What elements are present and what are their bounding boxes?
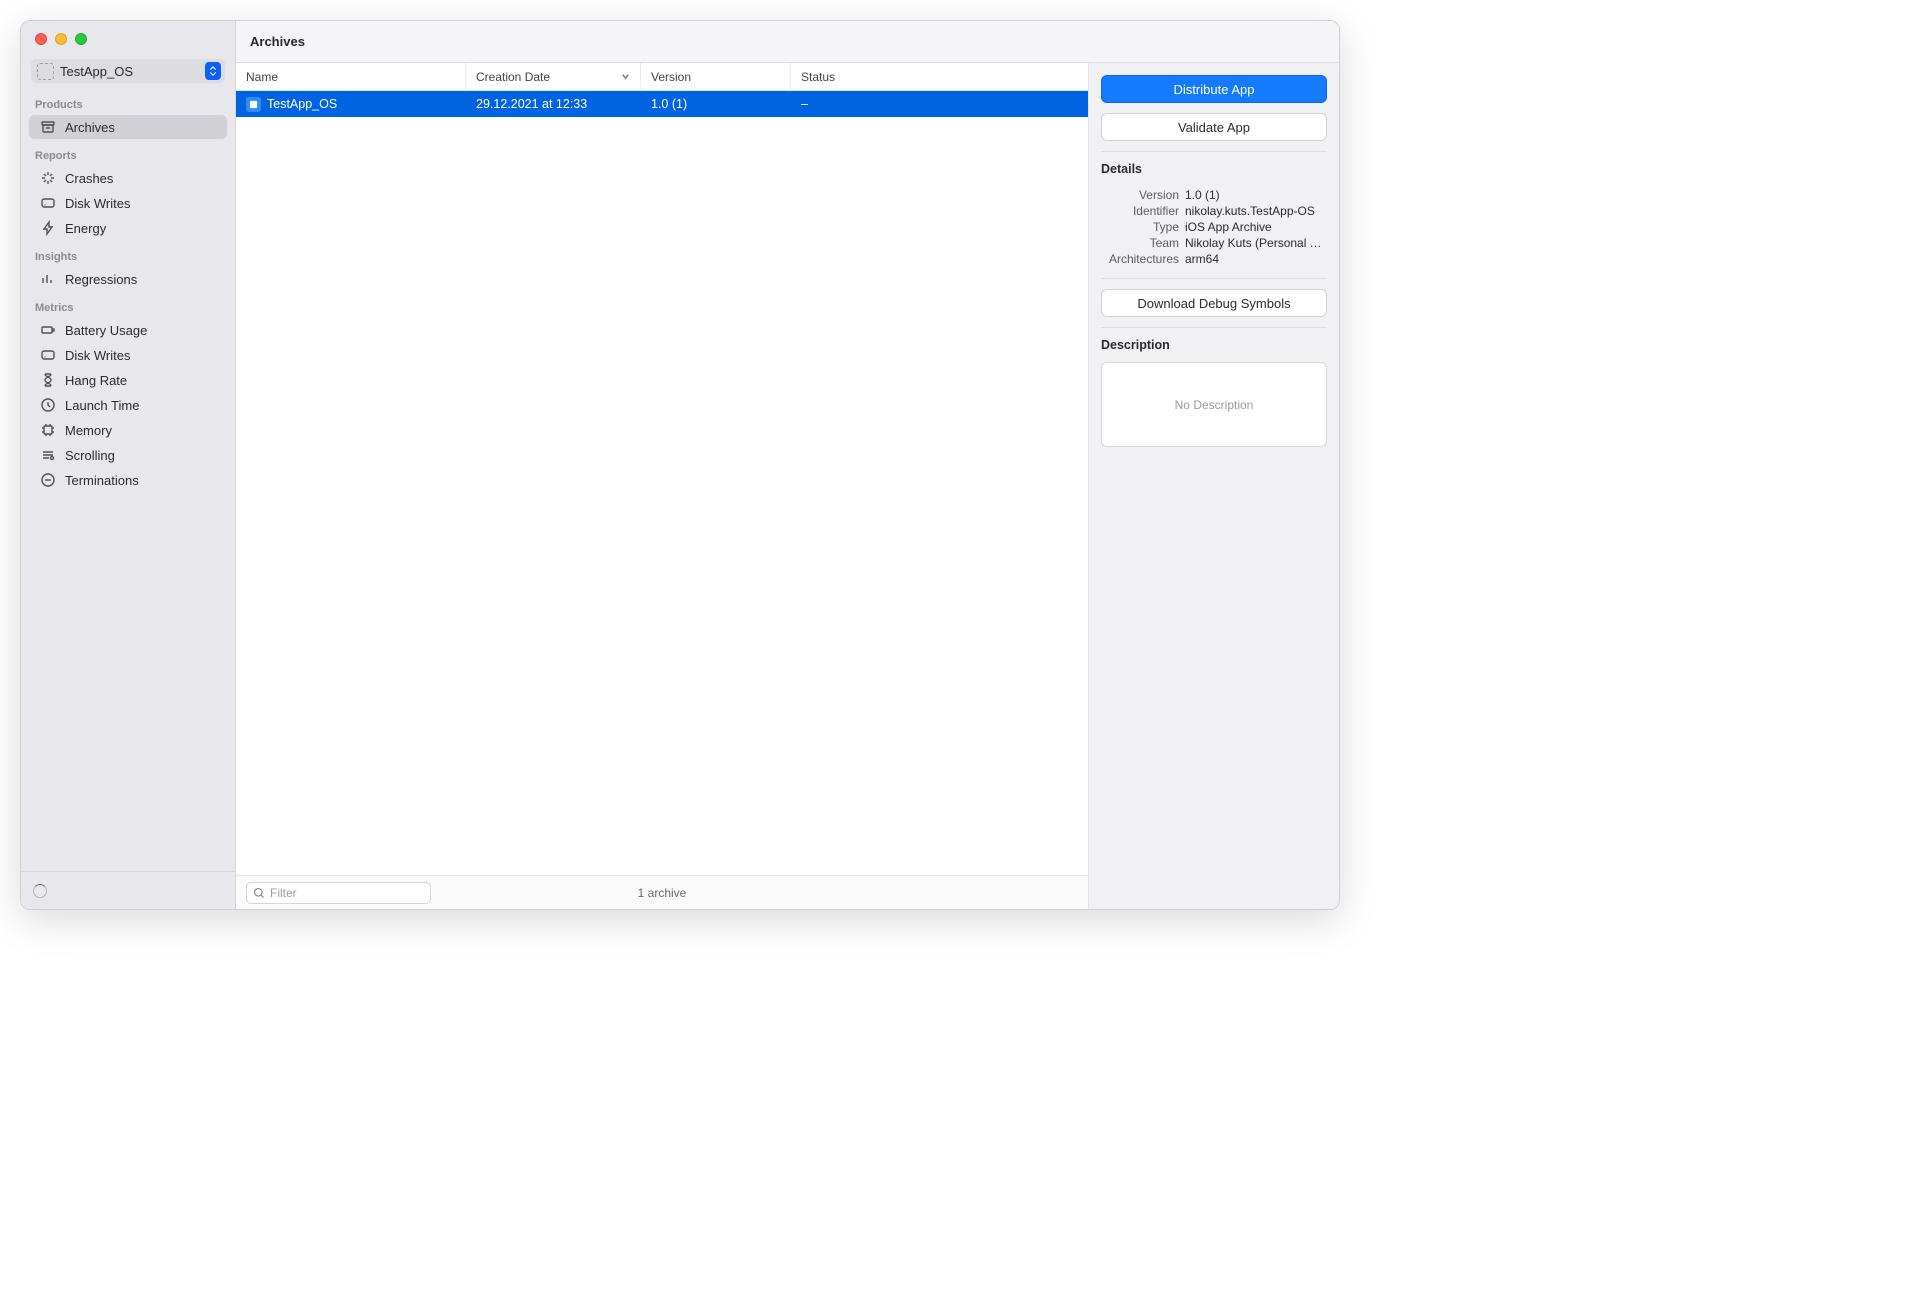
content-row: Name Creation Date Version Status TestAp… <box>236 63 1339 909</box>
sidebar-item-label: Crashes <box>65 171 113 186</box>
table-footer: Filter 1 archive <box>236 875 1088 909</box>
details-list: Version 1.0 (1) Identifier nikolay.kuts.… <box>1101 186 1327 268</box>
window-controls <box>21 21 235 51</box>
detail-identifier: Identifier nikolay.kuts.TestApp-OS <box>1101 204 1327 218</box>
sidebar-item-label: Battery Usage <box>65 323 147 338</box>
distribute-app-button[interactable]: Distribute App <box>1101 75 1327 103</box>
bars-icon <box>39 271 57 287</box>
battery-icon <box>39 322 57 338</box>
sidebar: TestApp_OS Products Archives Reports Crashe… <box>21 21 236 909</box>
filter-input[interactable]: Filter <box>246 882 431 904</box>
sidebar-item-label: Terminations <box>65 473 139 488</box>
app-icon <box>37 63 54 80</box>
sidebar-item-label: Disk Writes <box>65 196 130 211</box>
inspector-panel: Distribute App Validate App Details Vers… <box>1089 63 1339 909</box>
crash-icon <box>39 170 57 186</box>
sidebar-item-crashes[interactable]: Crashes <box>29 166 227 190</box>
zoom-window-button[interactable] <box>75 33 87 45</box>
filter-placeholder: Filter <box>270 886 297 900</box>
details-heading: Details <box>1101 162 1327 176</box>
separator <box>1101 278 1327 279</box>
cell-version: 1.0 (1) <box>641 97 791 111</box>
archive-app-icon <box>246 97 261 112</box>
detail-version: Version 1.0 (1) <box>1101 188 1327 202</box>
separator <box>1101 151 1327 152</box>
activity-spinner-icon <box>33 884 47 898</box>
validate-app-button[interactable]: Validate App <box>1101 113 1327 141</box>
sidebar-item-launch[interactable]: Launch Time <box>29 393 227 417</box>
column-header-creation-date[interactable]: Creation Date <box>466 63 641 90</box>
description-box[interactable]: No Description <box>1101 362 1327 447</box>
project-name: TestApp_OS <box>60 64 133 79</box>
sidebar-heading: Products <box>21 89 235 114</box>
scroll-icon <box>39 447 57 463</box>
cell-name-label: TestApp_OS <box>267 97 337 111</box>
hourglass-icon <box>39 372 57 388</box>
project-selector-stepper-icon <box>205 62 221 80</box>
disk-icon <box>39 347 57 363</box>
cell-name: TestApp_OS <box>236 97 466 112</box>
table-body: TestApp_OS 29.12.2021 at 12:331.0 (1)– <box>236 91 1088 875</box>
cell-status: – <box>791 97 1088 111</box>
sidebar-item-disk-writes-m[interactable]: Disk Writes <box>29 343 227 367</box>
bolt-icon <box>39 220 57 236</box>
no-description-placeholder: No Description <box>1175 398 1254 412</box>
separator <box>1101 327 1327 328</box>
sidebar-footer <box>21 871 235 909</box>
page-title: Archives <box>236 21 1339 63</box>
organizer-window: TestApp_OS Products Archives Reports Crashe… <box>20 20 1340 910</box>
clock-icon <box>39 397 57 413</box>
column-header-name[interactable]: Name <box>236 63 466 90</box>
sidebar-item-label: Scrolling <box>65 448 115 463</box>
sidebar-heading: Metrics <box>21 292 235 317</box>
page-title-label: Archives <box>250 34 305 49</box>
sidebar-item-label: Archives <box>65 120 115 135</box>
cell-creation-date: 29.12.2021 at 12:33 <box>466 97 641 111</box>
column-header-version[interactable]: Version <box>641 63 791 90</box>
window-body: TestApp_OS Products Archives Reports Crashe… <box>21 21 1339 909</box>
sidebar-item-energy[interactable]: Energy <box>29 216 227 240</box>
sidebar-item-disk-writes-r[interactable]: Disk Writes <box>29 191 227 215</box>
sidebar-item-regressions[interactable]: Regressions <box>29 267 227 291</box>
sidebar-item-archives[interactable]: Archives <box>29 115 227 139</box>
sidebar-item-label: Regressions <box>65 272 137 287</box>
table-row[interactable]: TestApp_OS 29.12.2021 at 12:331.0 (1)– <box>236 91 1088 117</box>
sidebar-item-memory[interactable]: Memory <box>29 418 227 442</box>
disk-icon <box>39 195 57 211</box>
sidebar-item-label: Disk Writes <box>65 348 130 363</box>
stop-icon <box>39 472 57 488</box>
detail-architectures: Architectures arm64 <box>1101 252 1327 266</box>
sidebar-item-label: Launch Time <box>65 398 139 413</box>
main-area: Archives Name Creation Date Version Stat… <box>236 21 1339 909</box>
sidebar-item-label: Hang Rate <box>65 373 127 388</box>
sidebar-item-label: Energy <box>65 221 106 236</box>
download-debug-symbols-button[interactable]: Download Debug Symbols <box>1101 289 1327 317</box>
close-window-button[interactable] <box>35 33 47 45</box>
sidebar-heading: Reports <box>21 140 235 165</box>
archive-count-label: 1 archive <box>638 886 687 900</box>
sidebar-item-label: Memory <box>65 423 112 438</box>
sidebar-item-terminations[interactable]: Terminations <box>29 468 227 492</box>
detail-team: Team Nikolay Kuts (Personal T… <box>1101 236 1327 250</box>
table-header: Name Creation Date Version Status <box>236 63 1088 91</box>
sidebar-item-battery[interactable]: Battery Usage <box>29 318 227 342</box>
sidebar-item-hang[interactable]: Hang Rate <box>29 368 227 392</box>
sidebar-item-scrolling[interactable]: Scrolling <box>29 443 227 467</box>
filter-icon <box>253 887 265 899</box>
description-heading: Description <box>1101 338 1327 352</box>
chip-icon <box>39 422 57 438</box>
sidebar-heading: Insights <box>21 241 235 266</box>
archive-icon <box>39 119 57 135</box>
project-selector[interactable]: TestApp_OS <box>31 59 225 83</box>
sort-descending-icon <box>621 70 630 84</box>
minimize-window-button[interactable] <box>55 33 67 45</box>
detail-type: Type iOS App Archive <box>1101 220 1327 234</box>
column-header-status[interactable]: Status <box>791 63 1088 90</box>
archives-table: Name Creation Date Version Status TestAp… <box>236 63 1089 909</box>
